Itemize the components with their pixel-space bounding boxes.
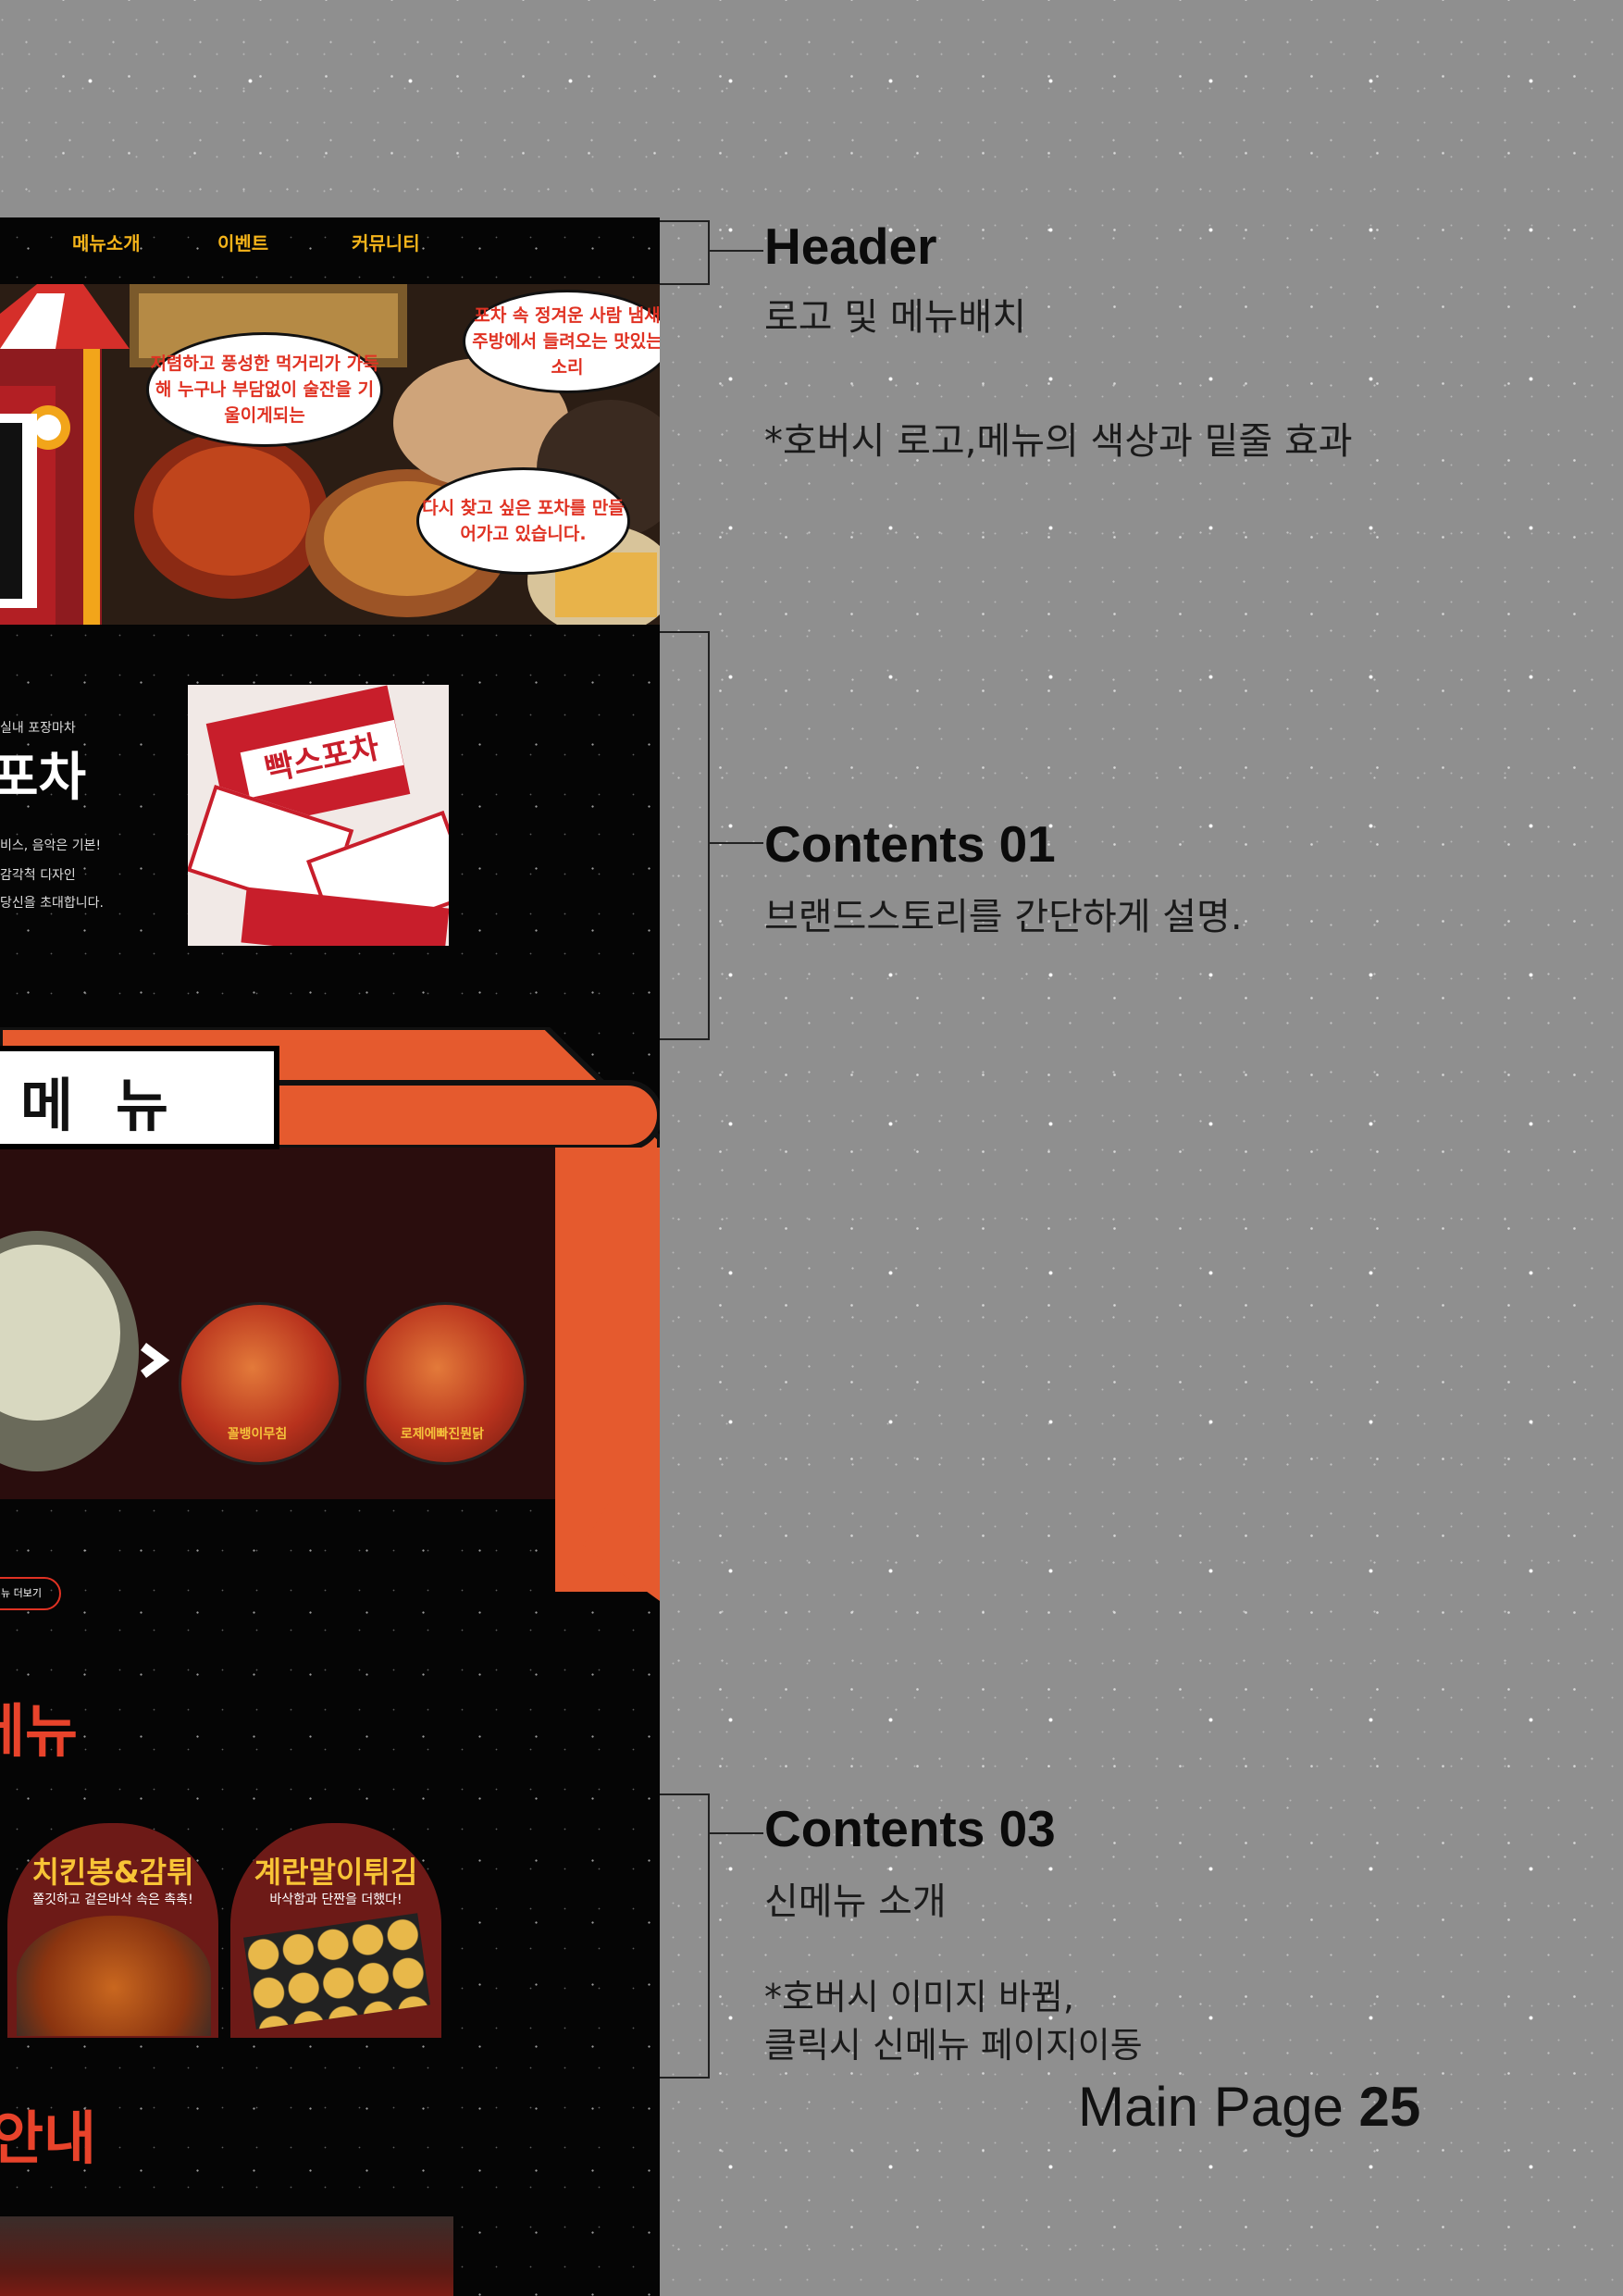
speech-bubble-bottom: 다시 찾고 싶은 포차를 만들어가고 있습니다. [416, 467, 630, 575]
card-2-subtitle: 바삭함과 단짠을 더했다! [269, 1893, 403, 1907]
new-menu-card-1[interactable]: 치킨봉&감튀 쫄깃하고 겉은바삭 속은 촉촉! [7, 1823, 218, 2038]
page-label-text: Main Page [1078, 2076, 1344, 2138]
header-bracket [660, 220, 710, 285]
contents03-annotation-title: Contents 03 [764, 1800, 1056, 1857]
contents03-annotation-desc: 신메뉴 소개 [764, 1880, 947, 1923]
store-info-title: 안내 [0, 2104, 97, 2172]
speech-bubble-top-right: 포차 속 정겨운 사람 냄새 주방에서 들려오는 맛있는소리 [463, 290, 660, 393]
website-mockup: 메뉴소개 이벤트 커뮤니티 포차 속 정겨운 사람 냄새 주방에서 들려오는 맛… [0, 217, 660, 2296]
card-2-food-image [242, 1913, 431, 2029]
new-menu-card-2[interactable]: 계란말이튀김 바삭함과 단짠을 더했다! [230, 1823, 441, 2038]
menu-sign-text: 메뉴 [20, 1072, 212, 1139]
dish-label-2: 로제에빠진뭔닭 [400, 1427, 485, 1442]
business-card-image: 빡스포차 [188, 685, 449, 946]
header-annotation-note: *호버시 로고,메뉴의 색상과 밑줄 효과 [764, 420, 1353, 463]
contents03-annotation-note-2: 클릭시 신메뉴 페이지이동 [764, 2025, 1143, 2066]
nav-item-event[interactable]: 이벤트 [217, 229, 268, 255]
card-1-title: 치킨봉&감튀 [31, 1855, 194, 1890]
dish-label-1: 꼴뱅이무침 [227, 1427, 288, 1442]
brand-tagline: 실내 포장마차 [0, 721, 76, 736]
contents03-bracket [660, 1793, 710, 2079]
hero-banner: 포차 속 정겨운 사람 냄새 주방에서 들려오는 맛있는소리 저렴하고 풍성한 … [0, 284, 660, 625]
contents01-annotation-title: Contents 01 [764, 815, 1056, 873]
header-annotation-title: Header [764, 217, 937, 275]
new-menu-title: 메뉴 [0, 1697, 79, 1765]
page-number: 25 [1358, 2076, 1421, 2138]
nav-item-menu[interactable]: 메뉴소개 [72, 229, 141, 255]
menu-sign: 메뉴 [0, 1046, 279, 1149]
header-annotation-desc: 로고 및 메뉴배치 [764, 296, 1027, 339]
contents03-leader [708, 1832, 763, 1834]
contents01-leader [708, 842, 763, 844]
brand-line-2: 감각적 디자인 [0, 868, 76, 883]
brand-line-1: 비스, 음악은 기본! [0, 838, 102, 853]
site-header: 메뉴소개 이벤트 커뮤니티 [0, 217, 660, 282]
nav-item-community[interactable]: 커뮤니티 [352, 229, 420, 255]
more-menu-button[interactable]: 메뉴 더보기 [0, 1577, 61, 1610]
speech-bubble-left: 저렴하고 풍성한 먹거리가 가득해 누구나 부담없이 술잔을 기울이게되는 [146, 332, 383, 447]
card-1-food-image [17, 1916, 211, 2036]
card-1-subtitle: 쫄깃하고 겉은바삭 속은 촉촉! [32, 1893, 193, 1907]
contents03-annotation-note-1: *호버시 이미지 바뀜, [764, 1977, 1074, 2017]
contents01-bracket [660, 631, 710, 1040]
page-label: Main Page 25 [1078, 2075, 1420, 2139]
card-2-title: 계란말이튀김 [254, 1855, 418, 1890]
store-photo [0, 2216, 453, 2296]
contents01-annotation-desc: 브랜드스토리를 간단하게 설명. [764, 896, 1243, 938]
brand-title: 포차 [0, 748, 87, 808]
brand-line-3: 당신을 초대합니다. [0, 896, 104, 911]
header-leader [708, 250, 763, 252]
